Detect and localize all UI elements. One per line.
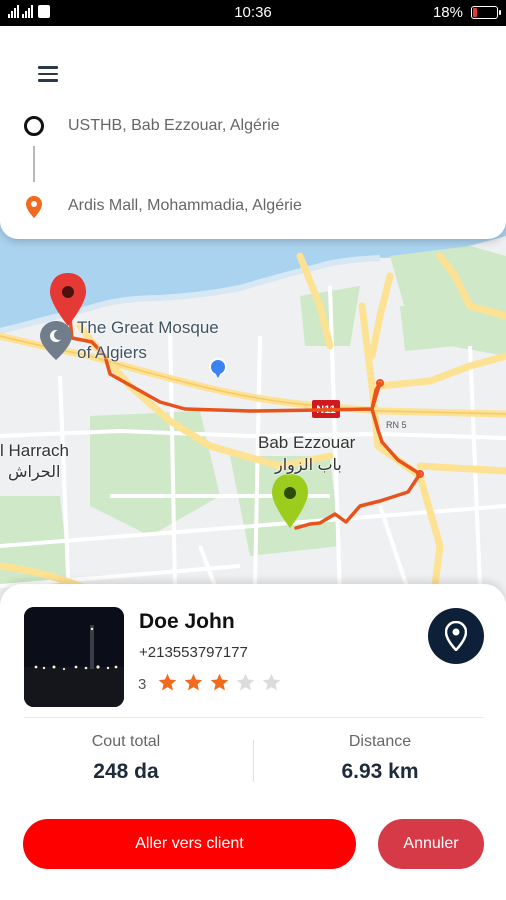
status-bar: 10:36 18% [0,0,506,26]
address-card: USTHB, Bab Ezzouar, Algérie Ardis Mall, … [0,26,506,239]
star-icon [184,673,203,691]
cancel-button[interactable]: Annuler [378,819,484,869]
map-label-bab-ezzouar: Bab Ezzouar [258,433,356,452]
battery-icon [471,6,501,19]
star-icon [210,673,229,691]
origin-address[interactable]: USTHB, Bab Ezzouar, Algérie [68,117,280,135]
locate-button[interactable] [428,608,484,664]
star-icon [158,673,177,691]
map-label-harrach-ar: الحراش [8,464,61,481]
star-icon [236,673,255,691]
rating-stars [157,672,282,693]
rating-value: 3 [138,676,147,693]
driver-phone[interactable]: +213553797177 [139,644,248,661]
total-cost-value: 248 da [93,760,159,783]
location-pin-icon [26,196,42,223]
rn5-label: RN 5 [386,420,407,430]
divider [24,717,484,718]
destination-address[interactable]: Ardis Mall, Mohammadia, Algérie [68,197,302,215]
map-label-mosque-2: of Algiers [77,343,147,362]
distance-value: 6.93 km [341,760,419,783]
divider [253,740,254,782]
current-location-icon [209,358,227,378]
menu-icon[interactable] [38,66,58,82]
map-pin-icon [445,621,467,651]
clock: 10:36 [234,4,272,21]
distance-label: Distance [348,733,412,750]
driver-name: Doe John [139,610,235,633]
map-label-harrach: l Harrach [0,441,69,460]
route-connector [33,146,35,182]
total-cost-label: Cout total [91,733,161,750]
driver-sheet: Doe John +213553797177 3 Cout total 248 … [0,584,506,900]
battery-percent: 18% [432,4,463,21]
avatar [24,607,124,707]
star-icon [262,673,281,691]
go-to-client-button[interactable]: Aller vers client [23,819,356,869]
origin-circle-icon [24,116,44,136]
map-label-mosque: The Great Mosque [77,318,219,337]
map-label-bab-ezzouar-ar: باب الزوار [275,457,342,474]
